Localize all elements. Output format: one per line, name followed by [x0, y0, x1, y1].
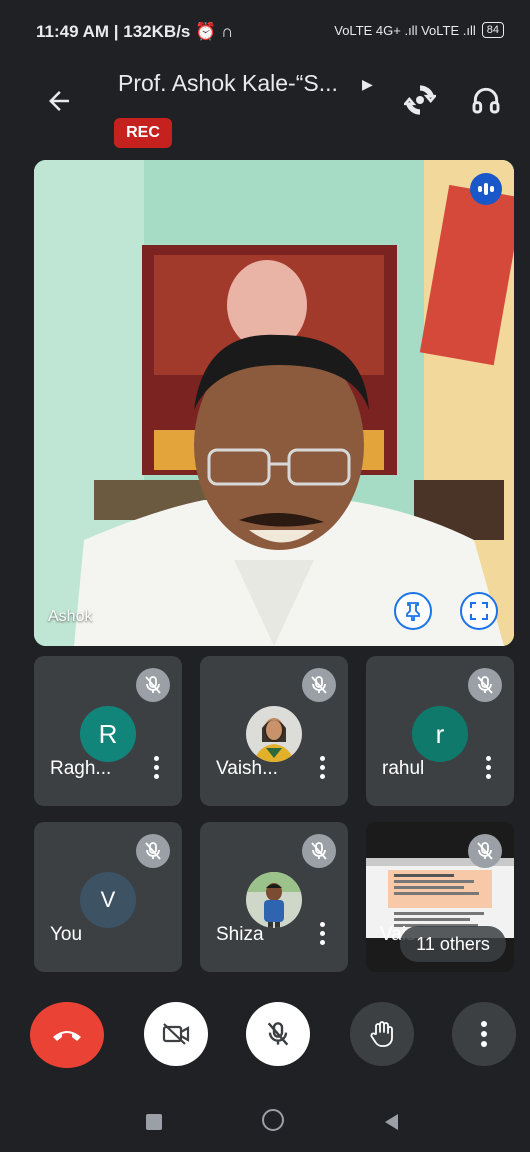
mic-off-icon [136, 668, 170, 702]
participant-tile-self[interactable]: V You [34, 822, 182, 972]
participant-tile[interactable]: Vaish... [200, 656, 348, 806]
more-options-icon[interactable] [484, 756, 492, 782]
more-options-icon[interactable] [152, 756, 160, 782]
call-controls [0, 996, 530, 1072]
participant-tile[interactable]: r rahul [366, 656, 514, 806]
recents-nav-icon[interactable] [146, 1114, 162, 1130]
participant-name: Ragh... [50, 758, 112, 779]
back-nav-icon[interactable] [382, 1112, 400, 1132]
participant-name: You [50, 924, 83, 945]
avatar: R [80, 706, 136, 762]
mic-off-icon [468, 834, 502, 868]
more-vert-icon [481, 1021, 487, 1047]
status-right: VoLTE 4G+ .ıll VoLTE .ıll 84 [334, 22, 504, 38]
avatar: V [80, 872, 136, 928]
raise-hand-icon [370, 1021, 393, 1047]
fullscreen-icon [470, 602, 488, 620]
mic-off-icon [136, 834, 170, 868]
end-call-button[interactable] [30, 1002, 104, 1068]
mic-off-icon [267, 1022, 289, 1046]
participant-tile-screen-share[interactable]: Vais 11 others [366, 822, 514, 972]
mic-off-icon [468, 668, 502, 702]
video-off-icon [162, 1023, 190, 1045]
more-options-icon[interactable] [318, 756, 326, 782]
mic-off-icon [302, 668, 336, 702]
main-video-name: Ashok [48, 608, 93, 625]
participant-name: rahul [382, 758, 425, 779]
camera-toggle-button[interactable] [144, 1002, 208, 1066]
pin-icon [406, 602, 420, 621]
others-count-button[interactable]: 11 others [400, 926, 506, 962]
participant-name: Shiza [216, 924, 264, 945]
pin-button[interactable] [394, 592, 432, 630]
participant-name: Vaish... [216, 758, 278, 779]
status-time-text: 11:49 AM | 132KB/s [36, 22, 191, 41]
avatar [246, 706, 302, 762]
hang-up-icon [53, 1031, 81, 1041]
switch-camera-icon[interactable] [404, 84, 436, 116]
signal-icon: VoLTE 4G+ .ıll VoLTE .ıll [334, 22, 476, 38]
speaker-video-image [34, 160, 514, 646]
status-time: 11:49 AM | 132KB/s ⏰ ∩ [36, 22, 233, 42]
participant-tile[interactable]: Shiza [200, 822, 348, 972]
more-options-button[interactable] [452, 1002, 516, 1066]
status-bar: 11:49 AM | 132KB/s ⏰ ∩ VoLTE 4G+ .ıll Vo… [0, 0, 530, 50]
meeting-title[interactable]: Prof. Ashok Kale-“S... [118, 70, 338, 97]
recording-badge: REC [114, 118, 172, 148]
battery-icon: 84 [481, 22, 504, 38]
back-arrow-icon[interactable] [44, 86, 74, 116]
avatar: r [412, 706, 468, 762]
fullscreen-button[interactable] [460, 592, 498, 630]
system-nav-bar [0, 1092, 530, 1152]
title-chevron-icon[interactable]: ▶ [362, 76, 373, 93]
mic-off-icon [302, 834, 336, 868]
avatar [246, 872, 302, 928]
speaking-indicator-icon [470, 173, 502, 205]
more-options-icon[interactable] [318, 922, 326, 948]
alarm-icon: ⏰ [195, 22, 217, 41]
participant-tile[interactable]: R Ragh... [34, 656, 182, 806]
main-video-feed[interactable]: Ashok [34, 160, 514, 646]
mic-toggle-button[interactable] [246, 1002, 310, 1066]
headphones-icon[interactable] [470, 84, 502, 116]
home-nav-icon[interactable] [262, 1109, 284, 1131]
top-bar: Prof. Ashok Kale-“S... ▶ REC [0, 56, 530, 156]
headset-status-icon: ∩ [221, 22, 234, 41]
raise-hand-button[interactable] [350, 1002, 414, 1066]
